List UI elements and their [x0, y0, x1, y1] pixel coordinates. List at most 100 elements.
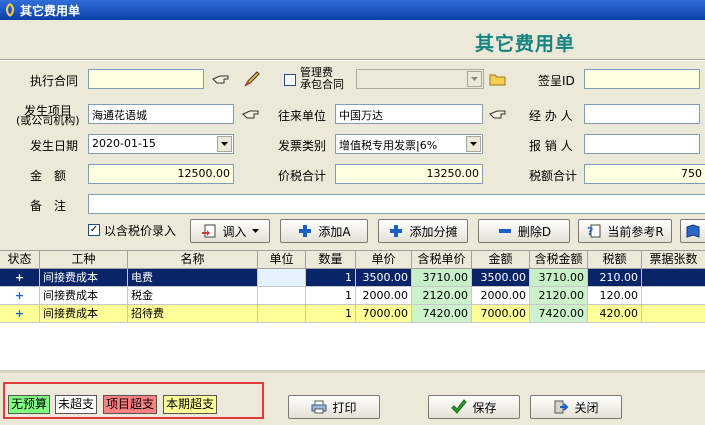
- cell-unit[interactable]: [258, 305, 306, 322]
- expense-table[interactable]: 状态 工种 名称 单位 数量 单价 含税单价 金额 含税金额 税额 票据张数 +…: [0, 250, 705, 370]
- amount-label: 金 额: [30, 169, 67, 183]
- cell-amount-tax[interactable]: 3710.00: [530, 269, 588, 286]
- column-header[interactable]: 工种: [40, 251, 128, 268]
- cell-qty[interactable]: 1: [306, 305, 356, 322]
- add-split-button[interactable]: 添加分摊: [378, 219, 468, 243]
- edit-pen-icon[interactable]: [242, 69, 262, 89]
- column-header[interactable]: 名称: [128, 251, 258, 268]
- total-with-tax-field[interactable]: 13250.00: [335, 164, 483, 184]
- amount-field[interactable]: 12500.00: [88, 164, 234, 184]
- invoice-type-label: 发票类别: [278, 139, 327, 153]
- close-button[interactable]: 关闭: [530, 395, 622, 419]
- cell-type[interactable]: 间接费成本: [40, 287, 128, 304]
- cell-price-tax[interactable]: 7420.00: [412, 305, 472, 322]
- expand-plus-icon[interactable]: +: [0, 269, 40, 286]
- chevron-down-icon[interactable]: [466, 136, 481, 152]
- invoice-type-select[interactable]: 增值税专用发票|6%: [335, 134, 483, 154]
- book-button[interactable]: [680, 219, 705, 243]
- tax-inclusive-checkbox[interactable]: ✓: [88, 224, 100, 236]
- cell-amount-tax[interactable]: 2120.00: [530, 287, 588, 304]
- table-row[interactable]: + 间接费成本 税金 1 2000.00 2120.00 2000.00 212…: [0, 287, 705, 305]
- column-header[interactable]: 单价: [356, 251, 412, 268]
- print-button[interactable]: 打印: [288, 395, 380, 419]
- legend-no-budget: 无预算: [8, 395, 51, 414]
- contract-field[interactable]: [88, 69, 204, 89]
- cell-tax[interactable]: 210.00: [588, 269, 642, 286]
- column-header[interactable]: 金额: [472, 251, 530, 268]
- column-header[interactable]: 状态: [0, 251, 40, 268]
- chevron-down-icon[interactable]: [217, 136, 232, 152]
- cell-name[interactable]: 招待费: [128, 305, 258, 322]
- tax-total-field[interactable]: 750: [584, 164, 705, 184]
- chevron-down-icon[interactable]: [467, 71, 482, 87]
- expand-plus-icon[interactable]: +: [0, 305, 40, 322]
- header-divider: [0, 59, 705, 61]
- folder-icon[interactable]: [489, 72, 507, 86]
- reimburser-field[interactable]: [584, 134, 700, 154]
- cell-type[interactable]: 间接费成本: [40, 269, 128, 286]
- sign-id-field[interactable]: [584, 69, 700, 89]
- cell-price-tax[interactable]: 3710.00: [412, 269, 472, 286]
- cell-price-tax[interactable]: 2120.00: [412, 287, 472, 304]
- date-picker[interactable]: 2020-01-15: [88, 134, 234, 154]
- legend-not-over: 未超支: [55, 395, 98, 414]
- handler-field[interactable]: [584, 104, 700, 124]
- column-header[interactable]: 含税金额: [530, 251, 588, 268]
- cell-receipts[interactable]: [642, 269, 705, 286]
- column-header[interactable]: 数量: [306, 251, 356, 268]
- cell-receipts[interactable]: [642, 287, 705, 304]
- table-header: 状态 工种 名称 单位 数量 单价 含税单价 金额 含税金额 税额 票据张数: [0, 251, 705, 269]
- svg-text:?: ?: [587, 225, 593, 238]
- add-split-label: 添加分摊: [409, 224, 458, 239]
- cell-name[interactable]: 税金: [128, 287, 258, 304]
- column-header[interactable]: 票据张数: [642, 251, 705, 268]
- lookup-hand-icon[interactable]: [212, 73, 230, 85]
- expand-plus-icon[interactable]: +: [0, 287, 40, 304]
- cell-unit[interactable]: [258, 269, 306, 286]
- column-header[interactable]: 单位: [258, 251, 306, 268]
- cell-amount-tax[interactable]: 7420.00: [530, 305, 588, 322]
- cell-qty[interactable]: 1: [306, 287, 356, 304]
- reference-button[interactable]: ? 当前参考R: [578, 219, 672, 243]
- column-header[interactable]: 含税单价: [412, 251, 472, 268]
- cell-price[interactable]: 3500.00: [356, 269, 412, 286]
- project-field[interactable]: 海通花语城: [88, 104, 234, 124]
- cell-unit[interactable]: [258, 287, 306, 304]
- import-doc-icon: [202, 224, 216, 238]
- cell-type[interactable]: 间接费成本: [40, 305, 128, 322]
- close-label: 关闭: [574, 400, 599, 415]
- partner-field[interactable]: 中国万达: [335, 104, 483, 124]
- cell-qty[interactable]: 1: [306, 269, 356, 286]
- book-icon: [686, 224, 700, 238]
- cell-receipts[interactable]: [642, 305, 705, 322]
- lookup-hand-icon[interactable]: [489, 108, 507, 120]
- cell-tax[interactable]: 120.00: [588, 287, 642, 304]
- remark-field[interactable]: [88, 194, 705, 214]
- horizontal-scrollbar[interactable]: [0, 370, 705, 373]
- reference-label: 当前参考R: [607, 224, 664, 239]
- cell-amount[interactable]: 3500.00: [472, 269, 530, 286]
- import-button[interactable]: 调入: [190, 219, 270, 243]
- plus-icon: [390, 225, 403, 237]
- save-button[interactable]: 保存: [428, 395, 520, 419]
- add-button[interactable]: 添加A: [280, 219, 368, 243]
- project-label-2: (或公司机构): [16, 114, 80, 127]
- lookup-hand-icon[interactable]: [242, 108, 260, 120]
- total-with-tax-label: 价税合计: [278, 169, 327, 183]
- table-row[interactable]: + 间接费成本 电费 1 3500.00 3710.00 3500.00 371…: [0, 269, 705, 287]
- cell-price[interactable]: 7000.00: [356, 305, 412, 322]
- mgmt-fee-checkbox[interactable]: [284, 74, 296, 86]
- cell-price[interactable]: 2000.00: [356, 287, 412, 304]
- cell-tax[interactable]: 420.00: [588, 305, 642, 322]
- sign-id-label: 签呈ID: [538, 74, 575, 88]
- import-label: 调入: [222, 224, 247, 239]
- table-row[interactable]: + 间接费成本 招待费 1 7000.00 7420.00 7000.00 74…: [0, 305, 705, 323]
- column-header[interactable]: 税额: [588, 251, 642, 268]
- reimburser-label: 报 销 人: [529, 139, 573, 153]
- cell-amount[interactable]: 2000.00: [472, 287, 530, 304]
- form-title: 其它费用单: [475, 33, 576, 55]
- cell-amount[interactable]: 7000.00: [472, 305, 530, 322]
- mgmt-contract-select[interactable]: [356, 69, 484, 89]
- cell-name[interactable]: 电费: [128, 269, 258, 286]
- delete-button[interactable]: 删除D: [478, 219, 570, 243]
